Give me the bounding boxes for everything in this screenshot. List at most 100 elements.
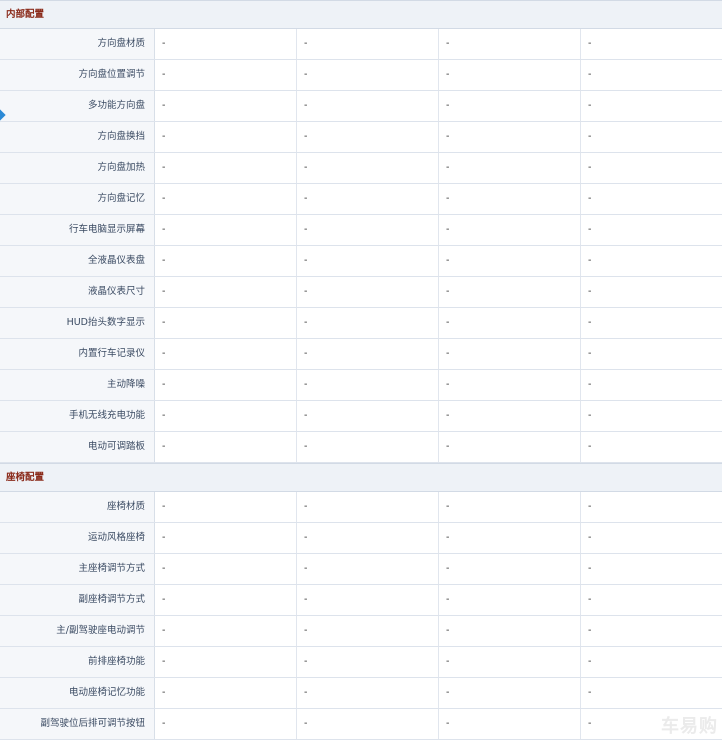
table-row: 座椅材质 - - - - [0,492,722,523]
table-row: 多功能方向盘 - - - - [0,91,722,122]
spec-label: 主动降噪 [0,370,155,400]
spec-label: 方向盘位置调节 [0,60,155,90]
table-row: 主座椅调节方式 - - - - [0,554,722,585]
spec-value-cell-2: - [297,370,439,400]
spec-label: 电动可调踏板 [0,432,155,462]
spec-value-cell-1: - [155,308,297,338]
brand-watermark: 车易购 [661,716,718,737]
spec-value-cell-2: - [297,585,439,615]
spec-value-cell-4: - [588,131,592,142]
spec-label: 运动风格座椅 [0,523,155,553]
spec-label: 全液晶仪表盘 [0,246,155,276]
spec-value-cell-1: - [155,60,297,90]
spec-value-cell-4: - [588,379,592,390]
spec-value-cell-4: - [588,532,592,543]
spec-value-cell-1: - [155,184,297,214]
spec-value-cell-1: - [155,709,297,739]
spec-value-cell-1: - [155,616,297,646]
spec-value-cell-2: - [297,277,439,307]
spec-value-cell-3: - [439,277,581,307]
spec-value-cell-2: - [297,153,439,183]
spec-value-cell-3: - [439,523,581,553]
section-header: 内部配置 [0,0,722,29]
spec-value-cell-1: - [155,554,297,584]
spec-value-cell-1: - [155,153,297,183]
spec-label: 电动座椅记忆功能 [0,678,155,708]
spec-value-cell-2: - [297,432,439,462]
spec-value-cell-4: - [588,625,592,636]
spec-value-cell-2: - [297,308,439,338]
spec-label: 内置行车记录仪 [0,339,155,369]
spec-value-cell-3: - [439,246,581,276]
spec-value-cell-3: - [439,184,581,214]
spec-label: 主/副驾驶座电动调节 [0,616,155,646]
spec-value-cell-3: - [439,91,581,121]
spec-value-cell-3: - [439,709,581,739]
spec-value-cell-1: - [155,91,297,121]
spec-value-cell-2: - [297,401,439,431]
table-row: 运动风格座椅 - - - - [0,523,722,554]
section-header: 座椅配置 [0,463,722,492]
spec-value-cell-4: - [588,563,592,574]
table-row: 内置行车记录仪 - - - - [0,339,722,370]
spec-value-cell-2: - [297,616,439,646]
spec-value-cell-4: - [588,441,592,452]
spec-value-cell-4: - [588,317,592,328]
spec-label: 液晶仪表尺寸 [0,277,155,307]
spec-value-cell-3: - [439,308,581,338]
spec-value-cell-2: - [297,215,439,245]
spec-value-cell-4: - [588,69,592,80]
spec-value-cell-4: - [588,687,592,698]
spec-value-cell-4: - [588,348,592,359]
table-row: 方向盘材质 - - - - [0,29,722,60]
spec-value-cell-1: - [155,215,297,245]
table-row: 方向盘换挡 - - - - [0,122,722,153]
table-row: 电动可调踏板 - - - - [0,432,722,463]
spec-value-cell-1: - [155,122,297,152]
spec-value-cell-3: - [439,616,581,646]
spec-value-cell-2: - [297,91,439,121]
spec-value-cell-2: - [297,647,439,677]
spec-value-cell-2: - [297,246,439,276]
spec-value-cell-2: - [297,554,439,584]
spec-value-cell-4: - [588,501,592,512]
spec-value-cell-1: - [155,29,297,59]
spec-value-cell-4: - [588,255,592,266]
spec-value-cell-4: - [588,193,592,204]
spec-value-cell-3: - [439,339,581,369]
table-row: HUD抬头数字显示 - - - - [0,308,722,339]
spec-value-cell-2: - [297,29,439,59]
spec-value-cell-1: - [155,401,297,431]
spec-label: 手机无线充电功能 [0,401,155,431]
spec-value-cell-2: - [297,60,439,90]
spec-label: 前排座椅功能 [0,647,155,677]
spec-value-cell-2: - [297,184,439,214]
spec-value-cell-1: - [155,339,297,369]
spec-value-cell-4: - [588,100,592,111]
table-row: 副座椅调节方式 - - - - [0,585,722,616]
spec-value-cell-3: - [439,647,581,677]
spec-value-cell-1: - [155,277,297,307]
spec-value-cell-4: - [588,224,592,235]
table-row: 副驾驶位后排可调节按钮 - - - - [0,709,722,740]
spec-value-cell-3: - [439,585,581,615]
spec-label: 方向盘加热 [0,153,155,183]
spec-value-cell-4: - [588,38,592,49]
spec-value-cell-3: - [439,492,581,522]
spec-value-cell-1: - [155,432,297,462]
spec-value-cell-2: - [297,122,439,152]
spec-label: HUD抬头数字显示 [0,308,155,338]
spec-comparison-table: 内部配置 方向盘材质 - - - - 方向盘位置调节 - - - - 多功能方向盘 - - - - 方向盘换挡 -… [0,0,722,740]
spec-value-cell-2: - [297,523,439,553]
table-row: 方向盘记忆 - - - - [0,184,722,215]
spec-value-cell-4: - [588,162,592,173]
spec-value-cell-4: - [588,410,592,421]
spec-value-cell-4: - [588,286,592,297]
table-row: 主动降噪 - - - - [0,370,722,401]
spec-label: 行车电脑显示屏幕 [0,215,155,245]
table-row: 电动座椅记忆功能 - - - - [0,678,722,709]
spec-value-cell-3: - [439,432,581,462]
spec-label: 方向盘材质 [0,29,155,59]
table-row: 方向盘位置调节 - - - - [0,60,722,91]
spec-label: 座椅材质 [0,492,155,522]
